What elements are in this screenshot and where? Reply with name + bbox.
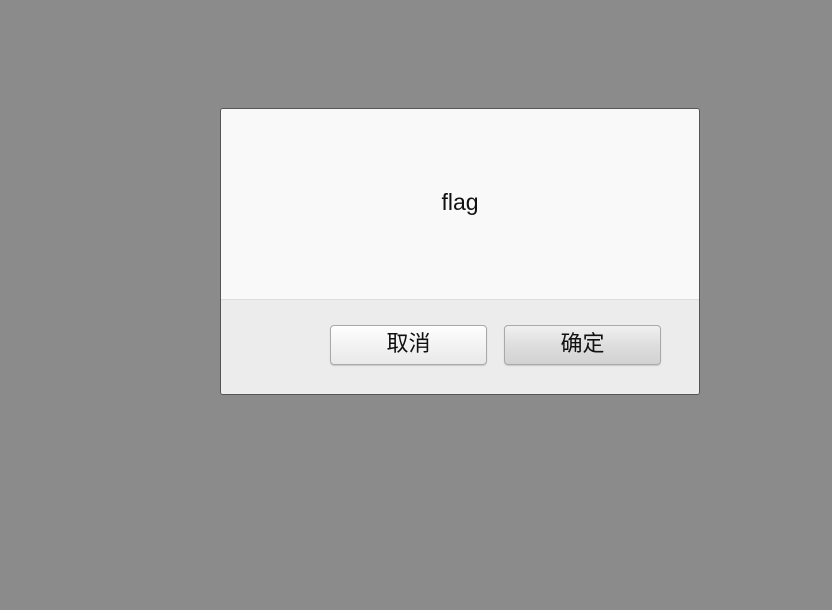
ok-button[interactable]: 确定 <box>504 325 661 365</box>
dialog-footer: 取消 确定 <box>221 300 699 394</box>
dialog-message: flag <box>441 189 479 215</box>
dialog-body: flag <box>221 109 699 300</box>
confirm-dialog: flag 取消 确定 <box>220 108 700 395</box>
cancel-button[interactable]: 取消 <box>330 325 487 365</box>
